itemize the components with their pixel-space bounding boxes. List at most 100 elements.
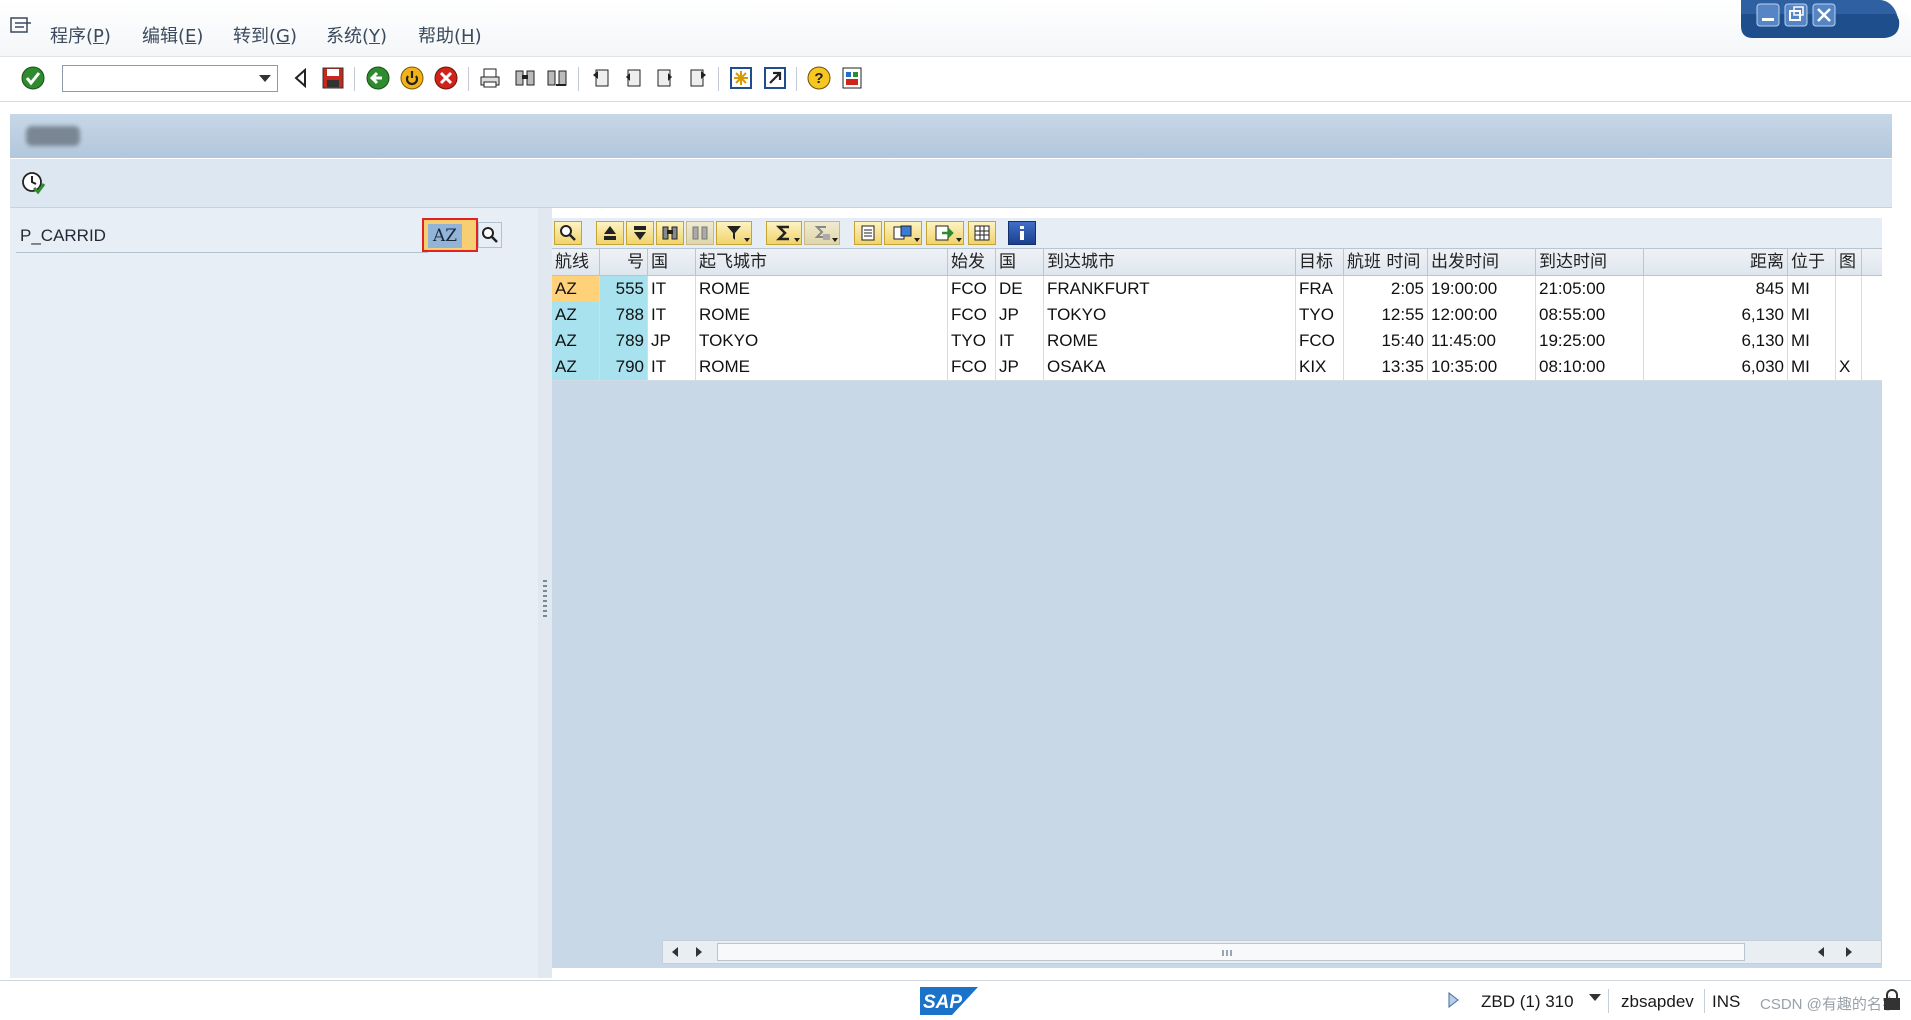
column-header[interactable]: 到达时间 xyxy=(1536,249,1644,275)
scroll-left-end-icon[interactable] xyxy=(1809,941,1833,963)
cell-airport-from[interactable]: FCO xyxy=(948,354,996,380)
cell-city-to[interactable]: ROME xyxy=(1044,328,1296,354)
cell-unit[interactable]: MI xyxy=(1788,302,1836,328)
cell-flight-time[interactable]: 15:40 xyxy=(1344,328,1428,354)
filter-icon[interactable] xyxy=(716,221,752,245)
cell-airport-from[interactable]: FCO xyxy=(948,276,996,302)
subtotal-icon[interactable] xyxy=(804,221,840,245)
cell-country-from[interactable]: IT xyxy=(648,302,696,328)
cell-country-to[interactable]: JP xyxy=(996,302,1044,328)
first-page-icon[interactable] xyxy=(588,65,614,91)
cell-distance[interactable]: 845 xyxy=(1644,276,1788,302)
carrid-value[interactable]: AZ xyxy=(428,224,462,248)
chevron-down-icon[interactable] xyxy=(259,75,271,82)
cell-city-from[interactable]: ROME xyxy=(696,302,948,328)
cell-flag[interactable] xyxy=(1836,276,1862,302)
menu-edit[interactable]: 编辑(E) xyxy=(142,22,203,48)
cell-country-from[interactable]: IT xyxy=(648,354,696,380)
cell-airport-to[interactable]: TYO xyxy=(1296,302,1344,328)
cell-airline[interactable]: AZ xyxy=(552,354,600,380)
cell-country-to[interactable]: DE xyxy=(996,276,1044,302)
cell-airport-to[interactable]: KIX xyxy=(1296,354,1344,380)
cell-flag[interactable]: X xyxy=(1836,354,1862,380)
cell-arr-time[interactable]: 21:05:00 xyxy=(1536,276,1644,302)
scroll-right-end-icon[interactable] xyxy=(1837,941,1861,963)
cell-arr-time[interactable]: 19:25:00 xyxy=(1536,328,1644,354)
cell-country-from[interactable]: IT xyxy=(648,276,696,302)
cell-flag[interactable] xyxy=(1836,328,1862,354)
details-icon[interactable] xyxy=(554,221,582,245)
cell-unit[interactable]: MI xyxy=(1788,354,1836,380)
cell-unit[interactable]: MI xyxy=(1788,276,1836,302)
menu-goto[interactable]: 转到(G) xyxy=(233,22,297,48)
cell-flight-time[interactable]: 2:05 xyxy=(1344,276,1428,302)
menu-program[interactable]: 程序(P) xyxy=(50,22,111,48)
cell-country-to[interactable]: IT xyxy=(996,328,1044,354)
command-field[interactable] xyxy=(62,65,278,92)
views-icon[interactable] xyxy=(884,221,922,245)
cell-dep-time[interactable]: 12:00:00 xyxy=(1428,302,1536,328)
column-header[interactable]: 出发时间 xyxy=(1428,249,1536,275)
chevron-down-icon[interactable] xyxy=(1589,994,1601,1001)
column-header[interactable]: 始发 xyxy=(948,249,996,275)
cell-flight-time[interactable]: 12:55 xyxy=(1344,302,1428,328)
find-next-icon[interactable] xyxy=(686,221,714,245)
sort-descending-icon[interactable] xyxy=(626,221,654,245)
help-icon[interactable]: ? xyxy=(806,65,832,91)
menu-icon[interactable] xyxy=(10,17,32,35)
layout-grid-icon[interactable] xyxy=(968,221,996,245)
restore-icon[interactable] xyxy=(1784,3,1808,27)
cell-country-from[interactable]: JP xyxy=(648,328,696,354)
find-icon[interactable] xyxy=(512,65,538,91)
new-session-icon[interactable] xyxy=(728,65,754,91)
next-page-icon[interactable] xyxy=(652,65,678,91)
minimize-icon[interactable] xyxy=(1756,3,1780,27)
enter-icon[interactable] xyxy=(20,65,46,91)
cell-dep-time[interactable]: 10:35:00 xyxy=(1428,354,1536,380)
column-header[interactable]: 距离 xyxy=(1644,249,1788,275)
column-header[interactable]: 国 xyxy=(996,249,1044,275)
back-icon[interactable] xyxy=(365,65,391,91)
find-next-icon[interactable] xyxy=(544,65,570,91)
cell-arr-time[interactable]: 08:55:00 xyxy=(1536,302,1644,328)
splitter-handle[interactable] xyxy=(538,208,552,978)
print-icon[interactable] xyxy=(477,65,503,91)
layout-icon[interactable] xyxy=(840,65,866,91)
menu-system[interactable]: 系统(Y) xyxy=(326,22,387,48)
cell-airport-to[interactable]: FRA xyxy=(1296,276,1344,302)
back-arrow-icon[interactable] xyxy=(288,65,314,91)
scroll-left-icon[interactable] xyxy=(663,941,687,963)
cell-flight-no[interactable]: 555 xyxy=(600,276,648,302)
column-header[interactable]: 号 xyxy=(600,249,648,275)
scroll-thumb[interactable] xyxy=(717,943,1745,961)
scroll-right-icon[interactable] xyxy=(687,941,711,963)
column-header[interactable]: 到达城市 xyxy=(1044,249,1296,275)
cell-flight-no[interactable]: 789 xyxy=(600,328,648,354)
find-icon[interactable] xyxy=(656,221,684,245)
cell-distance[interactable]: 6,130 xyxy=(1644,328,1788,354)
column-header[interactable]: 航线 xyxy=(552,249,600,275)
close-icon[interactable] xyxy=(1812,3,1836,27)
cell-flight-no[interactable]: 788 xyxy=(600,302,648,328)
cell-airline[interactable]: AZ xyxy=(552,328,600,354)
cell-airport-from[interactable]: TYO xyxy=(948,328,996,354)
carrid-input[interactable]: AZ xyxy=(422,218,478,252)
cell-flag[interactable] xyxy=(1836,302,1862,328)
cell-airline[interactable]: AZ xyxy=(552,302,600,328)
cell-airport-to[interactable]: FCO xyxy=(1296,328,1344,354)
cell-airport-from[interactable]: FCO xyxy=(948,302,996,328)
column-header[interactable]: 目标 xyxy=(1296,249,1344,275)
execute-icon[interactable] xyxy=(20,170,46,196)
cell-city-to[interactable]: OSAKA xyxy=(1044,354,1296,380)
cell-city-to[interactable]: TOKYO xyxy=(1044,302,1296,328)
menu-help[interactable]: 帮助(H) xyxy=(418,22,482,48)
save-icon[interactable] xyxy=(320,65,346,91)
table-row[interactable]: AZ 788 IT ROME FCO JP TOKYO TYO 12:55 12… xyxy=(552,302,1882,329)
cell-city-from[interactable]: ROME xyxy=(696,276,948,302)
export-icon[interactable] xyxy=(926,221,964,245)
create-shortcut-icon[interactable] xyxy=(762,65,788,91)
cell-dep-time[interactable]: 19:00:00 xyxy=(1428,276,1536,302)
prev-page-icon[interactable] xyxy=(620,65,646,91)
cell-flight-time[interactable]: 13:35 xyxy=(1344,354,1428,380)
value-help-button[interactable] xyxy=(478,222,502,248)
